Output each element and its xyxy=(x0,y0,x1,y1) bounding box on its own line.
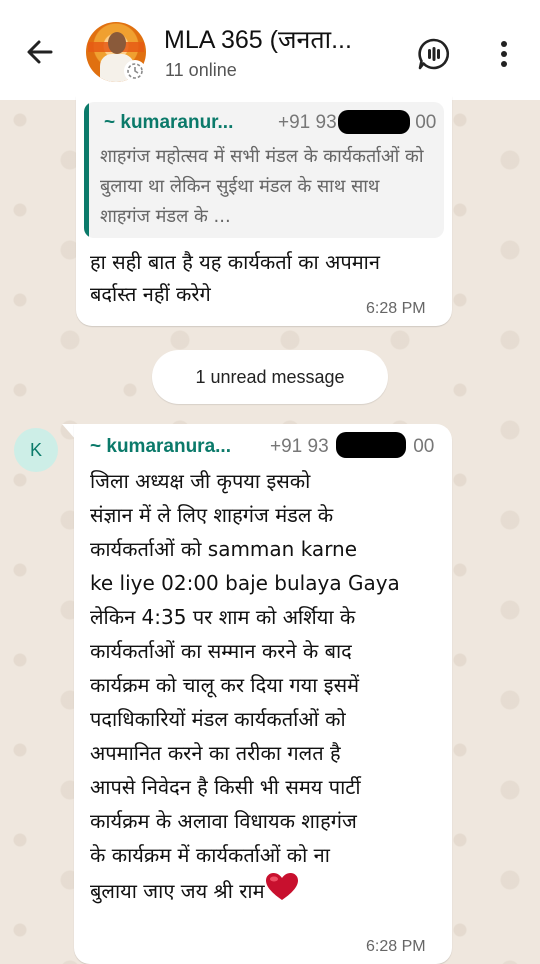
quoted-message[interactable]: ~ kumaranur... +91 93 00 शाहगंज महोत्सव … xyxy=(84,102,444,238)
sender-name[interactable]: ~ kumaranura... xyxy=(90,436,231,458)
more-vertical-icon xyxy=(501,41,507,67)
red-heart-icon xyxy=(265,873,298,900)
online-count: 11 online xyxy=(165,60,237,80)
chat-title[interactable]: MLA 365 (जनता... xyxy=(164,22,352,56)
message-body: जिला अध्यक्ष जी कृपया इसको संज्ञान में ल… xyxy=(90,469,400,903)
sender-avatar[interactable]: K xyxy=(14,428,58,472)
group-avatar[interactable] xyxy=(86,22,146,82)
back-button[interactable] xyxy=(18,32,62,72)
status-clock-icon xyxy=(124,60,146,82)
quote-accent-bar xyxy=(84,102,89,238)
voice-chat-icon xyxy=(418,38,450,70)
quoted-sender-name: ~ kumaranur... xyxy=(104,112,234,133)
message-text: जिला अध्यक्ष जी कृपया इसको संज्ञान में ल… xyxy=(90,464,442,908)
redacted-phone-block xyxy=(338,110,410,134)
message-bubble-reply[interactable]: ~ kumaranur... +91 93 00 शाहगंज महोत्सव … xyxy=(76,96,452,326)
chat-header: MLA 365 (जनता... 11 online xyxy=(0,0,540,100)
message-timestamp: 6:28 PM xyxy=(366,300,426,317)
message-text: हा सही बात है यह कार्यकर्ता का अपमान बर्… xyxy=(90,250,380,306)
voice-chat-button[interactable] xyxy=(414,34,454,74)
arrow-left-icon xyxy=(27,40,53,64)
redacted-phone-block xyxy=(336,432,406,458)
unread-messages-divider: 1 unread message xyxy=(152,350,388,404)
more-options-button[interactable] xyxy=(490,34,518,74)
message-bubble[interactable]: ~ kumaranura... +91 93 00 जिला अध्यक्ष ज… xyxy=(74,424,452,964)
message-timestamp: 6:28 PM xyxy=(366,938,426,955)
quoted-text: शाहगंज महोत्सव में सभी मंडल के कार्यकर्त… xyxy=(100,146,424,227)
